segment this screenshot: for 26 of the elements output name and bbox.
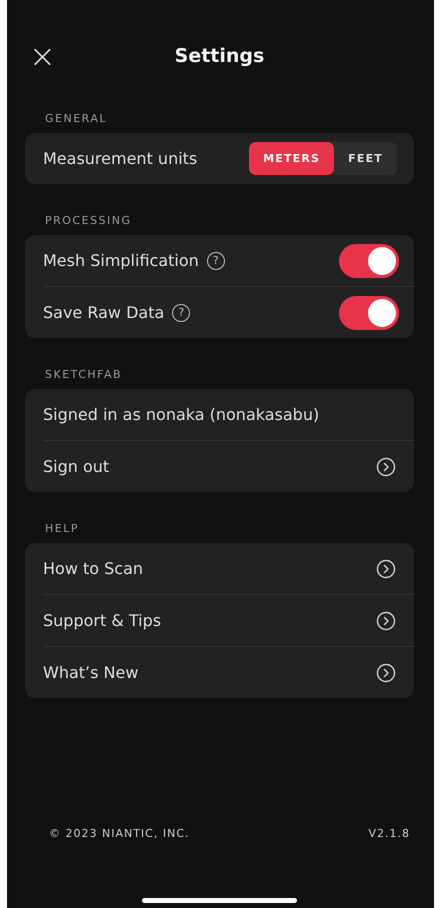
unit-option[interactable]: METERS bbox=[249, 142, 334, 175]
row-label: Mesh Simplification bbox=[43, 251, 199, 270]
close-button[interactable]: × bbox=[25, 40, 60, 72]
section-heading: SKETCHFAB bbox=[45, 368, 124, 381]
section-heading: HELP bbox=[45, 522, 80, 535]
help-icon[interactable]: ? bbox=[206, 252, 225, 270]
toggle-switch[interactable] bbox=[339, 296, 399, 330]
section-heading: GENERAL bbox=[45, 112, 108, 125]
toggle-switch[interactable] bbox=[339, 244, 399, 278]
row-label[interactable]: How to Scan bbox=[43, 559, 144, 578]
chevron-circle-icon bbox=[376, 662, 396, 682]
row-label[interactable]: Support & Tips bbox=[43, 611, 162, 630]
chevron-circle-icon bbox=[376, 456, 396, 476]
row-label[interactable]: Sign out bbox=[43, 457, 110, 476]
section-heading: PROCESSING bbox=[45, 214, 133, 227]
screen-title: Settings bbox=[174, 45, 264, 67]
row-label: Measurement units bbox=[43, 149, 198, 168]
copyright-text: © 2023 NIANTIC, INC. bbox=[49, 827, 190, 840]
row-label: Save Raw Data bbox=[43, 303, 164, 322]
chevron-circle-icon bbox=[376, 558, 396, 578]
help-icon[interactable]: ? bbox=[172, 304, 190, 322]
unit-option[interactable]: FEET bbox=[334, 142, 397, 175]
chevron-circle-icon bbox=[376, 610, 396, 630]
version-text: V2.1.8 bbox=[368, 827, 410, 840]
row-label[interactable]: What’s New bbox=[43, 663, 138, 682]
row-label: Signed in as nonaka (nonakasabu) bbox=[43, 405, 320, 424]
